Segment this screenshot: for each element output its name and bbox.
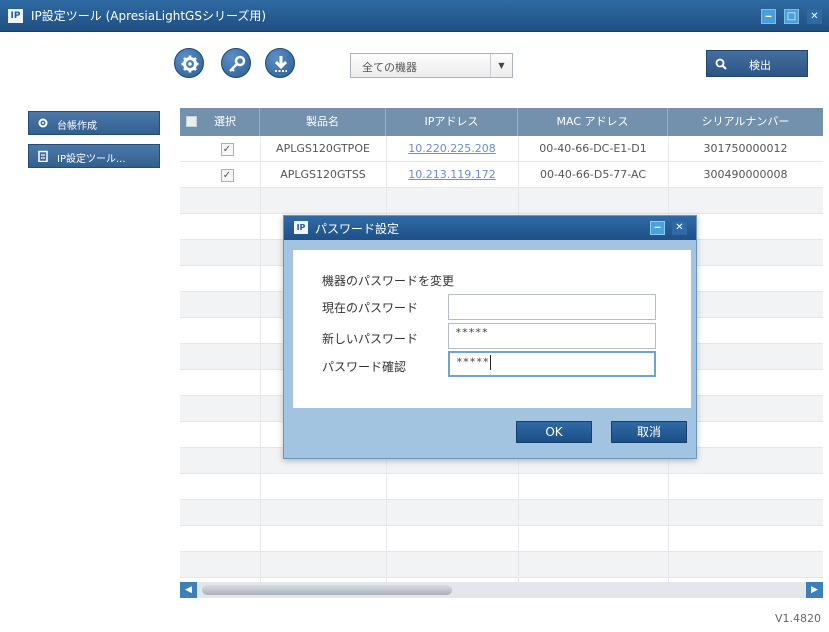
window-title: IP設定ツール (ApresiaLightGSシリーズ用) bbox=[31, 9, 267, 23]
table-header: 選択 製品名 IPアドレス MAC アドレス シリアルナンバー bbox=[180, 108, 823, 136]
empty-row bbox=[180, 474, 823, 500]
empty-row bbox=[180, 188, 823, 214]
device-filter-select[interactable]: 全ての機器 ▼ bbox=[350, 53, 513, 78]
serial-cell: 301750000012 bbox=[703, 142, 788, 155]
ip-link[interactable]: 10.220.225.208 bbox=[386, 136, 518, 162]
key-icon bbox=[229, 55, 246, 72]
firmware-download-button[interactable] bbox=[265, 48, 295, 78]
serial-cell: 300490000008 bbox=[703, 168, 788, 181]
settings-button[interactable] bbox=[174, 48, 204, 78]
dialog-minimize-button[interactable]: ‒ bbox=[650, 221, 665, 235]
detect-button[interactable]: 検出 bbox=[706, 50, 808, 77]
title-bar: IP IP設定ツール (ApresiaLightGSシリーズ用) ‒ □ ✕ bbox=[0, 0, 829, 32]
column-header-serial[interactable]: シリアルナンバー bbox=[668, 108, 823, 136]
select-all-checkbox[interactable] bbox=[186, 116, 197, 127]
chevron-down-icon: ▼ bbox=[490, 54, 512, 77]
table-row[interactable]: ✓ APLGS120GTSS 10.213.119.172 00-40-66-D… bbox=[180, 162, 823, 188]
scroll-left-icon[interactable]: ◀ bbox=[180, 582, 197, 598]
scroll-right-icon[interactable]: ▶ bbox=[806, 582, 823, 598]
empty-row bbox=[180, 552, 823, 578]
sidebar-item-ip-settings[interactable]: IP設定ツール... bbox=[28, 144, 160, 168]
version-label: V1.4820 bbox=[774, 612, 821, 625]
new-password-label: 新しいパスワード bbox=[322, 332, 419, 346]
dialog-title: パスワード設定 bbox=[315, 222, 400, 236]
column-divider bbox=[260, 136, 261, 584]
password-button[interactable] bbox=[221, 48, 251, 78]
confirm-password-label: パスワード確認 bbox=[322, 360, 407, 374]
current-password-label: 現在のパスワード bbox=[322, 301, 419, 315]
sidebar-item-label: IP設定ツール... bbox=[57, 154, 126, 165]
app-logo-icon: IP bbox=[294, 221, 308, 234]
sidebar-item-ledger[interactable]: 台帳作成 bbox=[28, 111, 160, 135]
row-checkbox[interactable]: ✓ bbox=[220, 168, 234, 182]
row-checkbox[interactable]: ✓ bbox=[220, 142, 234, 156]
confirm-password-field[interactable]: ***** bbox=[448, 351, 656, 377]
password-dialog: IP パスワード設定 ‒ ✕ 機器のパスワードを変更 現在のパスワード 新しいパ… bbox=[283, 215, 697, 459]
gear-icon bbox=[181, 55, 199, 73]
empty-row bbox=[180, 526, 823, 552]
close-button[interactable]: ✕ bbox=[807, 9, 822, 24]
clipboard-icon bbox=[38, 150, 48, 162]
ok-button[interactable]: OK bbox=[516, 421, 592, 443]
dialog-title-bar: IP パスワード設定 ‒ ✕ bbox=[284, 216, 696, 240]
table-row[interactable]: ✓ APLGS120GTPOE 10.220.225.208 00-40-66-… bbox=[180, 136, 823, 162]
empty-row bbox=[180, 500, 823, 526]
mac-cell: 00-40-66-D5-77-AC bbox=[539, 168, 647, 181]
sidebar-item-label: 台帳作成 bbox=[57, 121, 97, 132]
detect-label: 検出 bbox=[749, 59, 771, 72]
column-header-mac[interactable]: MAC アドレス bbox=[518, 108, 668, 136]
minimize-button[interactable]: ‒ bbox=[761, 9, 776, 24]
dialog-heading: 機器のパスワードを変更 bbox=[322, 274, 455, 288]
text-caret bbox=[490, 355, 492, 370]
search-icon bbox=[715, 58, 727, 70]
confirm-password-value: ***** bbox=[456, 355, 490, 369]
ip-link[interactable]: 10.213.119.172 bbox=[386, 162, 518, 188]
mac-cell: 00-40-66-DC-E1-D1 bbox=[539, 142, 647, 155]
column-header-select[interactable]: 選択 bbox=[180, 108, 260, 136]
download-icon bbox=[274, 56, 288, 72]
product-cell: APLGS120GTSS bbox=[280, 168, 366, 181]
new-password-field[interactable]: ***** bbox=[448, 323, 656, 349]
product-cell: APLGS120GTPOE bbox=[276, 142, 370, 155]
app-logo-icon: IP bbox=[8, 9, 23, 23]
device-filter-value: 全ての機器 bbox=[362, 61, 417, 74]
current-password-field[interactable] bbox=[448, 294, 656, 320]
cancel-button[interactable]: 取消 bbox=[611, 421, 687, 443]
column-header-ip[interactable]: IPアドレス bbox=[386, 108, 518, 136]
column-header-product[interactable]: 製品名 bbox=[260, 108, 386, 136]
gear-icon bbox=[38, 118, 48, 128]
horizontal-scrollbar[interactable]: ◀ ▶ bbox=[180, 582, 823, 598]
scrollbar-thumb[interactable] bbox=[202, 585, 452, 595]
dialog-close-button[interactable]: ✕ bbox=[672, 221, 687, 235]
dialog-body: 機器のパスワードを変更 現在のパスワード 新しいパスワード ***** パスワー… bbox=[293, 250, 691, 408]
maximize-button[interactable]: □ bbox=[784, 9, 799, 24]
